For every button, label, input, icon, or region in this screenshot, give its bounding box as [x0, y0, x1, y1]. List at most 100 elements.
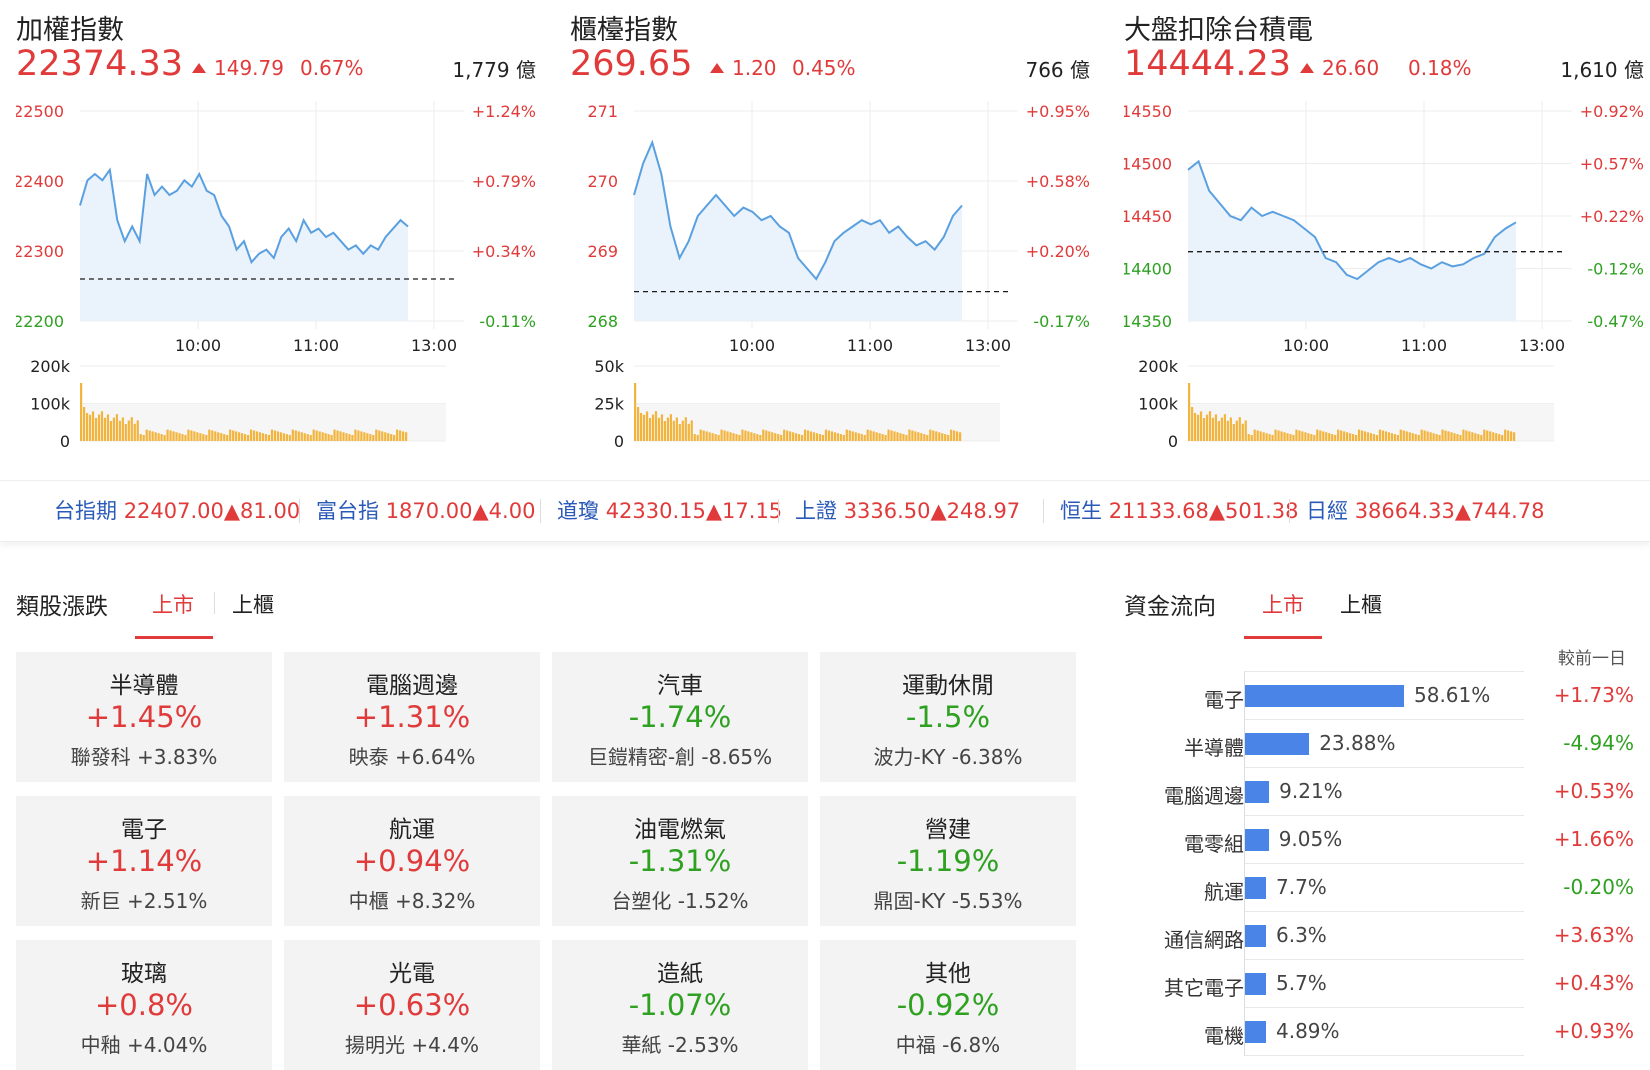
fund-flow-row[interactable]: 電零組 9.05% +1.66% — [1124, 816, 1634, 864]
fund-flow-divider — [1244, 1055, 1524, 1056]
sector-card[interactable]: 造紙 -1.07% 華紙 -2.53% — [552, 940, 808, 1070]
fund-flow-bar — [1244, 733, 1310, 755]
volume-bar — [306, 434, 309, 441]
volume-bar — [220, 433, 223, 441]
volume-bar — [750, 432, 753, 441]
fund-flow-row[interactable]: 通信網路 6.3% +3.63% — [1124, 912, 1634, 960]
volume-bar — [1244, 420, 1247, 441]
y-axis-pct-label: +0.22% — [1580, 207, 1644, 226]
volume-bar — [821, 435, 825, 441]
volume-bar — [1280, 431, 1283, 441]
y-axis-label: 270 — [587, 172, 618, 191]
sector-card[interactable]: 汽車 -1.74% 巨鎧精密-創 -8.65% — [552, 652, 808, 782]
sector-change-pct: -1.19% — [896, 844, 1000, 878]
ticker-value: 38664.33 — [1354, 499, 1455, 523]
volume-bar — [1507, 430, 1510, 441]
volume-bar — [1408, 432, 1411, 441]
index-panel-1[interactable]: 櫃檯指數 269.65 1.20 0.45% 766 億 271 +0.95% 27… — [570, 0, 1090, 450]
volume-bar — [1387, 432, 1390, 441]
volume-bar — [675, 417, 678, 441]
fund-flow-divider — [1244, 863, 1524, 864]
volume-bar — [405, 432, 408, 441]
volume-bar — [1271, 435, 1274, 441]
volume-bar — [261, 433, 265, 441]
ticker-item[interactable]: 富台指 1870.00▲4.00 — [316, 495, 535, 525]
tab-fund-listed[interactable]: 上市 — [1262, 589, 1304, 619]
volume-bar — [393, 435, 396, 441]
sector-card[interactable]: 營建 -1.19% 鼎固-KY -5.53% — [820, 796, 1076, 926]
sector-name: 玻璃 — [121, 961, 167, 987]
volume-bar — [702, 430, 705, 441]
volume-bar — [851, 431, 854, 441]
volume-bar — [363, 432, 366, 441]
fund-flow-row[interactable]: 其它電子 5.7% +0.43% — [1124, 960, 1634, 1008]
volume-bar — [926, 435, 929, 441]
ticker-item[interactable]: 日經 38664.33▲744.78 — [1306, 495, 1545, 525]
ticker-item[interactable]: 道瓊 42330.15▲17.15 — [557, 495, 782, 525]
volume-bar — [1259, 431, 1262, 441]
volume-bar — [330, 435, 333, 441]
index-panel-2[interactable]: 大盤扣除台積電 14444.23 26.60 0.18% 1,610 億 145… — [1124, 0, 1644, 450]
volume-bar — [1346, 432, 1349, 441]
fund-flow-row[interactable]: 半導體 23.88% -4.94% — [1124, 720, 1634, 768]
ticker-change: ▲501.38 — [1208, 499, 1299, 523]
tab-sector-listed[interactable]: 上市 — [152, 589, 194, 619]
fund-flow-sector: 電腦週邊 — [1164, 784, 1244, 808]
volume-bar — [1399, 429, 1402, 441]
volume-bar — [327, 434, 330, 441]
x-axis-label: 10:00 — [1283, 336, 1329, 355]
volume-bar — [181, 434, 184, 441]
tab-fund-otc[interactable]: 上櫃 — [1340, 589, 1382, 619]
volume-bar — [1328, 433, 1331, 441]
volume-bar — [124, 424, 127, 441]
fund-flow-row[interactable]: 電子 58.61% +1.73% — [1124, 672, 1634, 720]
sector-card[interactable]: 運動休閒 -1.5% 波力-KY -6.38% — [820, 652, 1076, 782]
sector-top-stock: 鼎固-KY -5.53% — [873, 889, 1023, 913]
tab-sector-listed-indicator — [135, 636, 213, 639]
sector-card[interactable]: 油電燃氣 -1.31% 台塑化 -1.52% — [552, 796, 808, 926]
volume-bar — [1205, 414, 1209, 441]
fund-flow-row[interactable]: 航運 7.7% -0.20% — [1124, 864, 1634, 912]
volume-bar — [1465, 430, 1468, 441]
ticker-item[interactable]: 台指期 22407.00▲81.00 — [54, 495, 300, 525]
volume-bar — [229, 429, 232, 441]
fund-flow-sector: 電零組 — [1184, 832, 1244, 856]
fund-flow-row[interactable]: 電腦週邊 9.21% +0.53% — [1124, 768, 1634, 816]
ticker-item[interactable]: 恒生 21133.68▲501.38 — [1060, 495, 1299, 525]
volume-bar — [1417, 435, 1420, 441]
volume-bar — [1354, 435, 1358, 441]
fund-flow-share: 9.05% — [1278, 827, 1343, 851]
sector-change-pct: +1.14% — [85, 844, 203, 878]
ticker-item[interactable]: 上證 3336.50▲248.97 — [795, 495, 1020, 525]
volume-bar — [917, 432, 920, 441]
volume-bar — [193, 431, 196, 441]
volume-bar — [1307, 433, 1310, 441]
volume-bar — [899, 433, 902, 441]
volume-bar — [723, 430, 726, 441]
tab-sector-otc[interactable]: 上櫃 — [232, 589, 274, 619]
index-panel-0[interactable]: 加權指數 22374.33 149.79 0.67% 1,779 億 22500… — [16, 0, 536, 450]
fund-flow-share: 4.89% — [1276, 1019, 1340, 1043]
volume-bar — [959, 432, 962, 441]
fund-flow-row[interactable]: 電機 4.89% +0.93% — [1124, 1008, 1634, 1056]
volume-bar — [369, 434, 372, 441]
volume-bar — [85, 413, 89, 441]
sector-card[interactable]: 半導體 +1.45% 聯發科 +3.83% — [16, 652, 272, 782]
volume-bar — [112, 417, 115, 441]
sector-card[interactable]: 電子 +1.14% 新巨 +2.51% — [16, 796, 272, 926]
sector-card[interactable]: 電腦週邊 +1.31% 映泰 +6.64% — [284, 652, 540, 782]
volume-bar — [1378, 429, 1382, 441]
volume-bar — [1513, 432, 1516, 441]
sector-card[interactable]: 其他 -0.92% 中福 -6.8% — [820, 940, 1076, 1070]
volume-bar — [1390, 433, 1393, 441]
sector-card[interactable]: 航運 +0.94% 中櫃 +8.32% — [284, 796, 540, 926]
volume-bar — [923, 434, 926, 441]
sector-card[interactable]: 玻璃 +0.8% 中釉 +4.04% — [16, 940, 272, 1070]
sector-card[interactable]: 光電 +0.63% 揚明光 +4.4% — [284, 940, 540, 1070]
volume-bar — [914, 431, 917, 441]
fund-flow-bar — [1244, 925, 1266, 947]
sector-name: 半導體 — [109, 673, 179, 699]
volume-bar — [1360, 430, 1364, 441]
volume-bar — [944, 434, 947, 441]
volume-bar — [1474, 433, 1477, 441]
